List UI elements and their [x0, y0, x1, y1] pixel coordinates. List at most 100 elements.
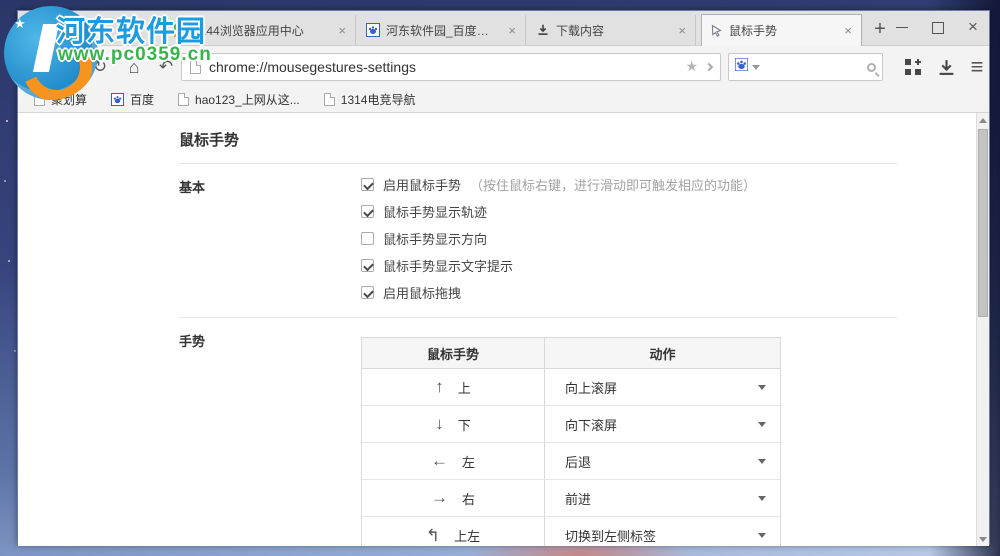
colored-grid-favicon [173, 23, 187, 37]
right-arrow-icon: → [431, 488, 448, 508]
address-dropdown-icon[interactable] [705, 63, 713, 71]
page-icon [324, 93, 335, 106]
tab-label: 下载内容 [556, 22, 670, 39]
browser-window: 2144浏览器应用中心 河东软件园_百度搜索 下载内容 [17, 10, 990, 545]
scroll-down-icon[interactable] [977, 532, 989, 546]
action-select[interactable]: 前进 [545, 480, 780, 516]
wallpaper-stars [6, 120, 8, 122]
search-engine-dropdown-icon[interactable] [752, 65, 760, 70]
new-tab-button[interactable] [868, 17, 892, 41]
checkbox[interactable] [361, 286, 374, 299]
baidu-paw-icon[interactable] [735, 58, 748, 76]
action-select[interactable]: 向上滚屏 [545, 369, 780, 405]
bookmark-1314[interactable]: 1314电竞导航 [324, 91, 416, 108]
chevron-down-icon [758, 496, 766, 501]
gesture-table: 鼠标手势 动作 ↑ 上 向上滚屏 ↓ 下 [361, 337, 781, 546]
tab-label: 河东软件园_百度搜索 [386, 22, 500, 39]
checkbox[interactable] [361, 205, 374, 218]
divider [179, 317, 897, 318]
checkbox-row-show-text-tip[interactable]: 鼠标手势显示文字提示 [361, 256, 513, 275]
action-select[interactable]: 后退 [545, 443, 780, 479]
app-center-button[interactable] [902, 57, 924, 77]
checkbox[interactable] [361, 178, 374, 191]
tab-downloads[interactable]: 下载内容 [529, 15, 696, 45]
search-input[interactable] [764, 60, 863, 74]
refresh-button[interactable] [90, 57, 110, 77]
page-icon [178, 93, 189, 106]
bookmark-juhuasuan[interactable]: 聚划算 [34, 91, 87, 108]
page-icon [34, 93, 45, 106]
toolbar: chrome://mousegestures-settings [18, 45, 989, 87]
main-menu-button[interactable] [966, 57, 988, 77]
download-favicon [536, 23, 550, 37]
tab-close-icon[interactable] [146, 24, 158, 37]
gesture-name: 上左 [454, 526, 480, 545]
chevron-down-icon [758, 385, 766, 390]
left-arrow-icon: ← [431, 451, 448, 471]
checkbox-label: 启用鼠标拖拽 [383, 283, 461, 302]
bookmark-baidu[interactable]: 百度 [111, 91, 154, 108]
action-value: 后退 [565, 452, 758, 471]
bookmarks-bar: 聚划算 百度 hao123_上网从这... 1314电竞导航 [18, 87, 989, 113]
page-title: 鼠标手势 [179, 129, 239, 150]
tab-mouse-gestures-active[interactable]: 鼠标手势 [701, 14, 862, 46]
forward-button[interactable] [58, 57, 78, 77]
bookmark-hao123[interactable]: hao123_上网从这... [178, 91, 300, 108]
action-value: 切换到左侧标签 [565, 526, 758, 545]
gesture-row-up: ↑ 上 向上滚屏 [362, 369, 780, 406]
gesture-row-right: → 右 前进 [362, 480, 780, 517]
download-manager-button[interactable] [935, 57, 957, 77]
up-arrow-icon: ↑ [435, 377, 444, 397]
checkbox-row-show-trail[interactable]: 鼠标手势显示轨迹 [361, 202, 487, 221]
scrollbar-thumb[interactable] [978, 129, 988, 317]
divider [179, 163, 897, 164]
gesture-name: 下 [458, 415, 471, 434]
bookmark-label: 1314电竞导航 [341, 91, 416, 108]
vertical-scrollbar[interactable] [976, 113, 989, 546]
tab-obscured-site[interactable] [26, 15, 166, 45]
checkbox[interactable] [361, 232, 374, 245]
checkbox[interactable] [361, 259, 374, 272]
back-button[interactable] [26, 57, 46, 77]
search-magnifier-icon[interactable] [867, 63, 876, 72]
tab-close-icon[interactable] [842, 24, 854, 37]
tab-2144-app-center[interactable]: 2144浏览器应用中心 [166, 15, 356, 45]
desktop-wallpaper: 2144浏览器应用中心 河东软件园_百度搜索 下载内容 [0, 0, 1000, 556]
address-bar[interactable]: chrome://mousegestures-settings [181, 53, 721, 81]
url-text[interactable]: chrome://mousegestures-settings [209, 59, 677, 75]
search-box[interactable] [728, 53, 883, 81]
checkbox-row-enable-drag[interactable]: 启用鼠标拖拽 [361, 283, 461, 302]
website-favicon [34, 23, 48, 37]
action-select[interactable]: 切换到左侧标签 [545, 517, 780, 546]
restore-closed-tab-button[interactable] [156, 57, 176, 77]
gesture-row-down: ↓ 下 向下滚屏 [362, 406, 780, 443]
action-select[interactable]: 向下滚屏 [545, 406, 780, 442]
checkbox-label: 鼠标手势显示文字提示 [383, 256, 513, 275]
bookmark-star-icon[interactable] [685, 58, 698, 76]
gesture-row-up-left: ↰ 上左 切换到左侧标签 [362, 517, 780, 546]
checkbox-label: 鼠标手势显示方向 [383, 229, 487, 248]
window-controls [895, 16, 981, 38]
bookmark-label: 百度 [130, 91, 154, 108]
settings-page: 鼠标手势 基本 启用鼠标手势 （按住鼠标右键，进行滑动即可触发相应的功能） 鼠标… [18, 113, 989, 546]
gesture-table-header: 鼠标手势 动作 [362, 338, 780, 369]
checkbox-row-show-direction[interactable]: 鼠标手势显示方向 [361, 229, 487, 248]
section-label-basic: 基本 [179, 177, 205, 196]
header-action: 动作 [545, 338, 780, 368]
minimize-icon[interactable] [895, 20, 909, 34]
maximize-icon[interactable] [931, 20, 945, 34]
action-value: 向上滚屏 [565, 378, 758, 397]
tab-close-icon[interactable] [336, 24, 348, 37]
scroll-up-icon[interactable] [977, 113, 989, 127]
chevron-down-icon [758, 422, 766, 427]
home-button[interactable] [124, 57, 144, 77]
chevron-down-icon [758, 533, 766, 538]
close-icon[interactable] [967, 20, 981, 34]
down-arrow-icon: ↓ [435, 414, 444, 434]
tab-close-icon[interactable] [506, 24, 518, 37]
up-left-arrow-icon: ↰ [426, 526, 440, 546]
chevron-down-icon [758, 459, 766, 464]
checkbox-row-enable-gestures[interactable]: 启用鼠标手势 （按住鼠标右键，进行滑动即可触发相应的功能） [361, 175, 756, 194]
tab-baidu-search[interactable]: 河东软件园_百度搜索 [359, 15, 526, 45]
tab-close-icon[interactable] [676, 24, 688, 37]
